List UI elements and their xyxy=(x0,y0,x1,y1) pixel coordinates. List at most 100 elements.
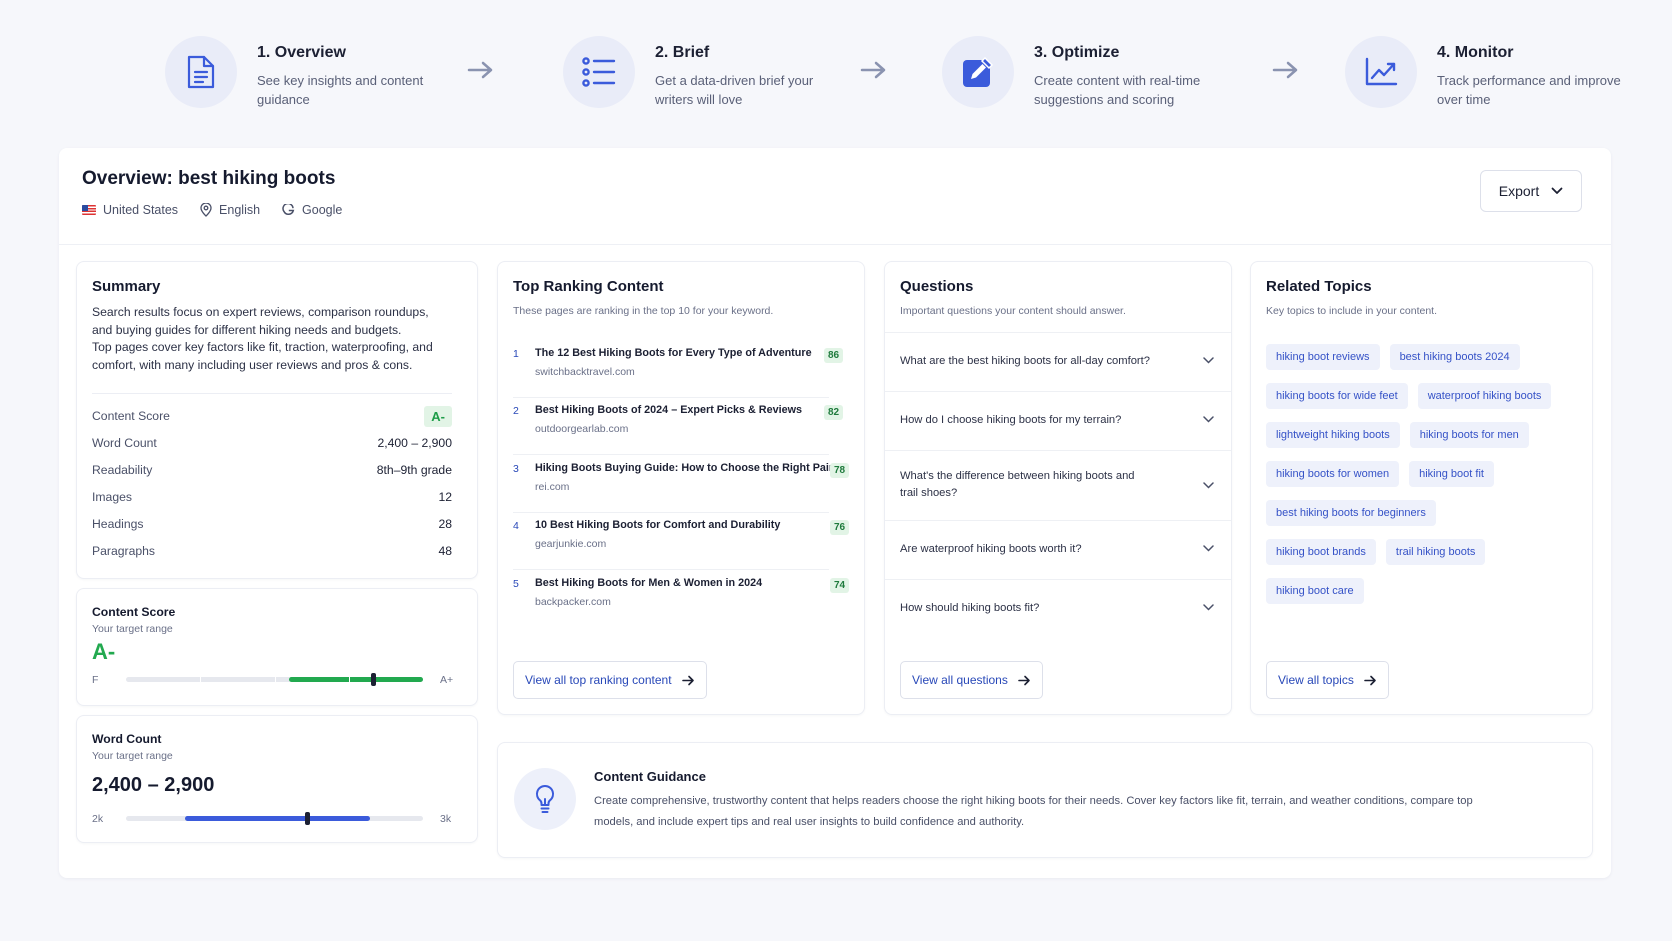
step-title: 4. Monitor xyxy=(1437,44,1514,61)
chevron-down-icon xyxy=(1551,187,1563,194)
button-label: View all top ranking content xyxy=(525,673,672,687)
question-item[interactable]: What are the best hiking boots for all-d… xyxy=(885,332,1231,391)
topic-chip[interactable]: hiking boot brands xyxy=(1266,539,1376,565)
rank-title[interactable]: 10 Best Hiking Boots for Comfort and Dur… xyxy=(535,519,780,531)
rank-number: 2 xyxy=(513,405,519,417)
rank-domain: outdoorgearlab.com xyxy=(535,423,629,435)
topic-chip[interactable]: lightweight hiking boots xyxy=(1266,422,1400,448)
topic-chip[interactable]: best hiking boots for beginners xyxy=(1266,500,1436,526)
range-max-label: 3k xyxy=(440,813,452,825)
view-all-ranking-button[interactable]: View all top ranking content xyxy=(513,661,707,699)
topic-chip[interactable]: hiking boots for women xyxy=(1266,461,1400,487)
overview-card: Overview: best hiking boots United State… xyxy=(59,148,1611,878)
chevron-down-icon[interactable] xyxy=(1203,545,1214,552)
rank-number: 3 xyxy=(513,463,519,475)
slider-tick xyxy=(274,677,276,682)
rank-title[interactable]: The 12 Best Hiking Boots for Every Type … xyxy=(535,347,812,359)
topic-chip[interactable]: trail hiking boots xyxy=(1385,539,1486,565)
step-brief[interactable]: 2. Brief Get a data-driven brief your wr… xyxy=(563,36,855,109)
target-range-fill xyxy=(289,677,423,682)
view-all-topics-button[interactable]: View all topics xyxy=(1266,661,1389,699)
chip-row: hiking boot care xyxy=(1266,578,1586,604)
guidance-text: Create comprehensive, trustworthy conten… xyxy=(594,795,1473,828)
topic-chip[interactable]: hiking boot care xyxy=(1266,578,1364,604)
rank-number: 5 xyxy=(513,578,519,590)
rank-score-badge: 74 xyxy=(830,578,850,593)
stat-content-score: Content Score A- xyxy=(92,405,452,427)
engine-label: Google xyxy=(302,203,343,217)
ranking-item[interactable]: 2 Best Hiking Boots of 2024 – Expert Pic… xyxy=(513,403,844,455)
word-count-title: Word Count xyxy=(92,732,162,746)
grade-badge: A- xyxy=(424,405,452,427)
location-pin-icon xyxy=(200,203,212,217)
view-all-questions-button[interactable]: View all questions xyxy=(900,661,1043,699)
export-label: Export xyxy=(1498,183,1540,199)
questions-title: Questions xyxy=(900,278,974,295)
topic-chip[interactable]: hiking boot reviews xyxy=(1266,344,1380,370)
document-icon xyxy=(165,36,237,108)
ranking-item[interactable]: 4 10 Best Hiking Boots for Comfort and D… xyxy=(513,518,850,570)
chevron-down-icon[interactable] xyxy=(1203,604,1214,611)
topic-chip[interactable]: hiking boots for men xyxy=(1409,422,1529,448)
question-text: Are waterproof hiking boots worth it? xyxy=(900,543,1082,555)
chevron-down-icon[interactable] xyxy=(1203,357,1214,364)
step-optimize[interactable]: 3. Optimize Create content with real-tim… xyxy=(942,36,1234,109)
rank-score-badge: 82 xyxy=(824,405,844,420)
chip-row: hiking boot reviews best hiking boots 20… xyxy=(1266,344,1586,370)
topic-chip[interactable]: best hiking boots 2024 xyxy=(1389,344,1520,370)
topic-chip[interactable]: waterproof hiking boots xyxy=(1417,383,1552,409)
arrow-right-icon xyxy=(681,675,694,685)
ranking-item[interactable]: 1 The 12 Best Hiking Boots for Every Typ… xyxy=(513,346,844,398)
topic-chip[interactable]: hiking boots for wide feet xyxy=(1266,383,1408,409)
stat-label: Word Count xyxy=(92,436,157,450)
row-divider xyxy=(513,397,829,398)
stat-value: 48 xyxy=(438,544,452,558)
question-text: How should hiking boots fit? xyxy=(900,602,1040,614)
slider-thumb[interactable] xyxy=(305,812,311,825)
step-desc: See key insights and content guidance xyxy=(257,73,424,107)
rank-number: 1 xyxy=(513,348,519,360)
chevron-down-icon[interactable] xyxy=(1203,482,1214,489)
stat-label: Images xyxy=(92,490,132,504)
rank-title[interactable]: Best Hiking Boots for Men & Women in 202… xyxy=(535,577,762,589)
guidance-title: Content Guidance xyxy=(594,769,706,784)
related-topics-panel: Related Topics Key topics to include in … xyxy=(1250,261,1593,715)
stat-images: Images 12 xyxy=(92,490,452,504)
content-score-slider[interactable] xyxy=(126,673,423,686)
stat-label: Readability xyxy=(92,463,153,477)
questions-subtitle: Important questions your content should … xyxy=(900,305,1126,317)
question-item[interactable]: Are waterproof hiking boots worth it? xyxy=(885,520,1231,579)
country-meta: United States xyxy=(82,203,178,217)
question-item[interactable]: How do I choose hiking boots for my terr… xyxy=(885,391,1231,450)
stat-value: 12 xyxy=(438,490,452,504)
chart-line-icon xyxy=(1345,36,1417,108)
top-ranking-subtitle: These pages are ranking in the top 10 fo… xyxy=(513,305,774,317)
rank-title[interactable]: Best Hiking Boots of 2024 – Expert Picks… xyxy=(535,404,802,416)
content-score-title: Content Score xyxy=(92,605,176,619)
related-subtitle: Key topics to include in your content. xyxy=(1266,305,1438,317)
ranking-item[interactable]: 3 Hiking Boots Buying Guide: How to Choo… xyxy=(513,461,850,513)
stat-word-count: Word Count 2,400 – 2,900 xyxy=(92,436,452,450)
stat-value: 28 xyxy=(438,517,452,531)
export-button[interactable]: Export xyxy=(1480,170,1582,212)
step-overview[interactable]: 1. Overview See key insights and content… xyxy=(165,36,457,109)
row-divider xyxy=(513,512,829,513)
stat-label: Headings xyxy=(92,517,144,531)
chip-row: hiking boot brands trail hiking boots xyxy=(1266,539,1586,565)
rank-number: 4 xyxy=(513,520,519,532)
rank-title[interactable]: Hiking Boots Buying Guide: How to Choose… xyxy=(535,462,833,474)
word-count-slider[interactable] xyxy=(126,812,423,825)
button-label: View all topics xyxy=(1278,673,1354,687)
topic-chip[interactable]: hiking boot fit xyxy=(1409,461,1494,487)
chevron-down-icon[interactable] xyxy=(1203,416,1214,423)
question-item[interactable]: What's the difference between hiking boo… xyxy=(885,450,1231,520)
engine-meta: Google xyxy=(282,203,342,217)
stat-value: 2,400 – 2,900 xyxy=(377,436,452,450)
slider-thumb[interactable] xyxy=(370,673,376,686)
step-monitor[interactable]: 4. Monitor Track performance and improve… xyxy=(1345,36,1637,109)
ranking-item[interactable]: 5 Best Hiking Boots for Men & Women in 2… xyxy=(513,576,850,628)
slider-tick xyxy=(200,677,202,682)
language-meta: English xyxy=(200,203,260,217)
chip-row: lightweight hiking boots hiking boots fo… xyxy=(1266,422,1586,448)
question-item[interactable]: How should hiking boots fit? xyxy=(885,579,1231,638)
